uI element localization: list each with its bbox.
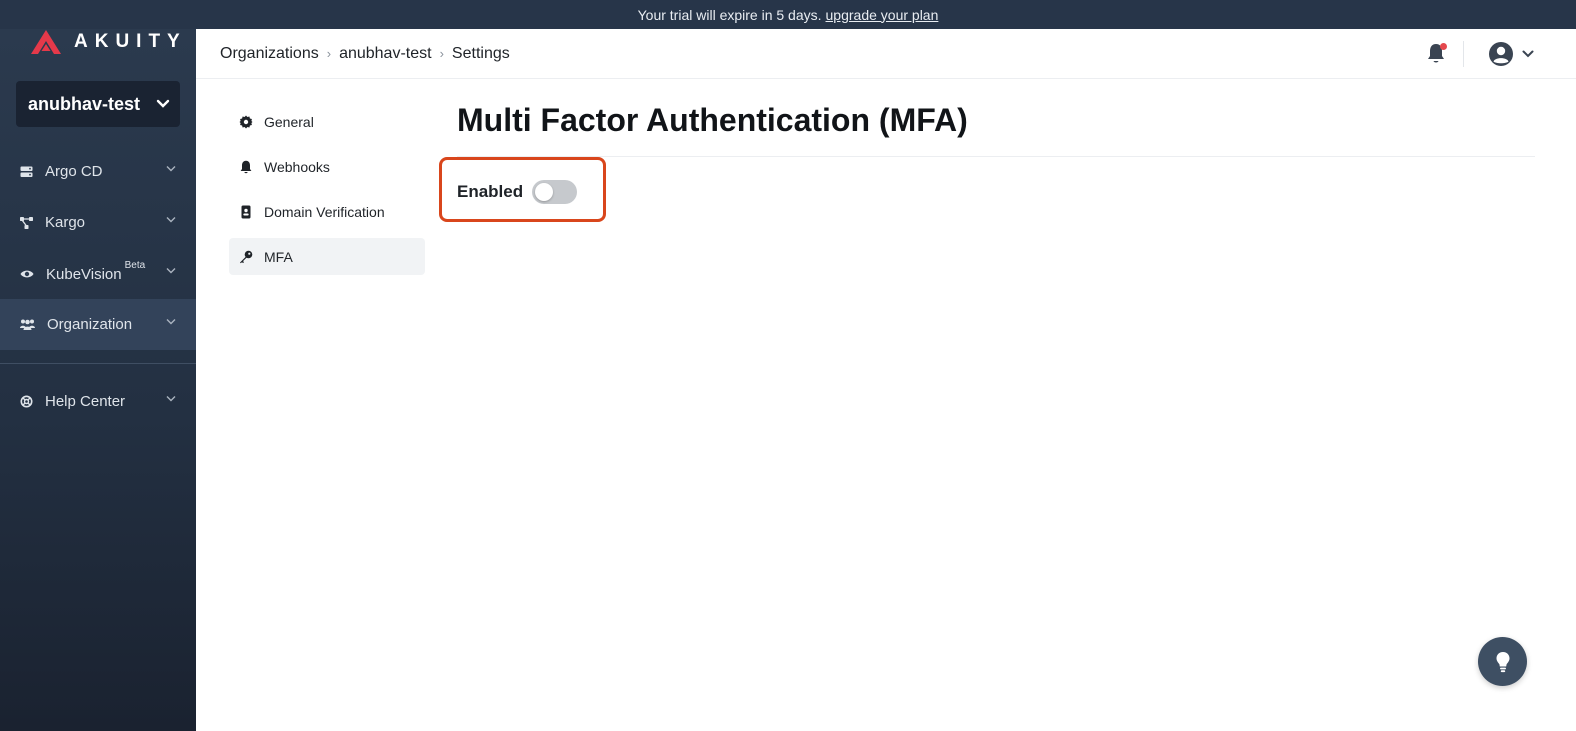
sidebar-item-label: Help Center (45, 393, 126, 410)
help-tips-button[interactable] (1478, 637, 1527, 686)
sidebar-item-kargo[interactable]: Kargo (0, 197, 196, 248)
key-icon (240, 250, 253, 263)
mfa-toggle-row: Enabled (457, 180, 578, 204)
sidebar-item-help-center[interactable]: Help Center (0, 376, 196, 427)
chevron-down-icon (156, 99, 170, 108)
chevron-down-icon (166, 268, 176, 274)
subnav-item-domain-verification[interactable]: Domain Verification (229, 193, 425, 230)
subnav-item-label: General (264, 113, 314, 130)
sidebar-divider (0, 363, 196, 364)
sidebar-item-kubevision[interactable]: KubeVisionBeta (0, 248, 196, 299)
notification-dot (1440, 43, 1447, 50)
subnav-item-label: Webhooks (264, 158, 330, 175)
sidebar: AKUITY anubhav-test Argo CD Kargo KubeVi… (0, 29, 196, 731)
subnav-item-mfa[interactable]: MFA (229, 238, 425, 275)
logo-text: AKUITY (74, 31, 187, 52)
subnav-item-label: MFA (264, 248, 293, 265)
gear-icon (239, 115, 253, 128)
upgrade-plan-link[interactable]: upgrade your plan (826, 7, 939, 23)
lightbulb-icon (1496, 651, 1509, 672)
bell-icon (240, 160, 252, 173)
breadcrumb-organizations[interactable]: Organizations (220, 45, 319, 63)
sidebar-item-label: Argo CD (45, 163, 103, 180)
header-divider (1463, 41, 1464, 67)
chevron-down-icon (166, 396, 176, 402)
trial-banner: Your trial will expire in 5 days. upgrad… (0, 0, 1576, 29)
mfa-toggle-label: Enabled (457, 182, 524, 201)
mfa-toggle-switch[interactable] (532, 180, 578, 204)
org-selector-label: anubhav-test (28, 93, 141, 114)
trial-banner-text: Your trial will expire in 5 days. (637, 6, 822, 23)
lifebuoy-icon (20, 395, 33, 408)
chevron-down-icon (166, 319, 176, 325)
subnav-item-general[interactable]: General (229, 103, 425, 140)
toggle-knob (535, 183, 554, 201)
settings-subnav: General Webhooks Domain Verification MFA (229, 103, 425, 283)
chevron-down-icon (166, 217, 176, 223)
sidebar-help-section: Help Center (0, 376, 196, 427)
eye-icon (20, 270, 34, 277)
graph-icon (20, 216, 33, 229)
sidebar-item-label: Kargo (45, 214, 86, 231)
breadcrumb-separator-icon: › (326, 46, 332, 61)
sidebar-item-organization[interactable]: Organization (0, 299, 196, 350)
users-icon (20, 319, 35, 330)
sidebar-item-label: KubeVisionBeta (46, 259, 146, 283)
sidebar-nav: Argo CD Kargo KubeVisionBeta Organizatio… (0, 146, 196, 350)
sidebar-item-argo-cd[interactable]: Argo CD (0, 146, 196, 197)
user-menu-button[interactable] (1488, 41, 1534, 67)
breadcrumb-org[interactable]: anubhav-test (339, 45, 432, 63)
breadcrumb-separator-icon: › (439, 46, 444, 61)
akuity-logo[interactable]: AKUITY (30, 29, 187, 55)
chevron-down-icon (1522, 50, 1534, 58)
sidebar-item-label: Organization (47, 316, 133, 333)
breadcrumb-current: Settings (451, 44, 510, 62)
beta-badge: Beta (124, 259, 146, 271)
title-divider (457, 156, 1535, 157)
subnav-item-webhooks[interactable]: Webhooks (229, 148, 425, 185)
id-badge-icon (241, 205, 251, 218)
breadcrumb: Organizations › anubhav-test › Settings (220, 45, 510, 63)
notifications-button[interactable] (1426, 42, 1448, 66)
akuity-logo-icon (31, 30, 61, 54)
user-avatar-icon (1489, 42, 1513, 66)
server-icon (20, 166, 33, 177)
top-header: Organizations › anubhav-test › Settings (196, 29, 1576, 79)
page-title: Multi Factor Authentication (MFA) (457, 102, 968, 138)
org-selector[interactable]: anubhav-test (16, 81, 180, 127)
chevron-down-icon (166, 166, 176, 172)
subnav-item-label: Domain Verification (264, 203, 385, 220)
